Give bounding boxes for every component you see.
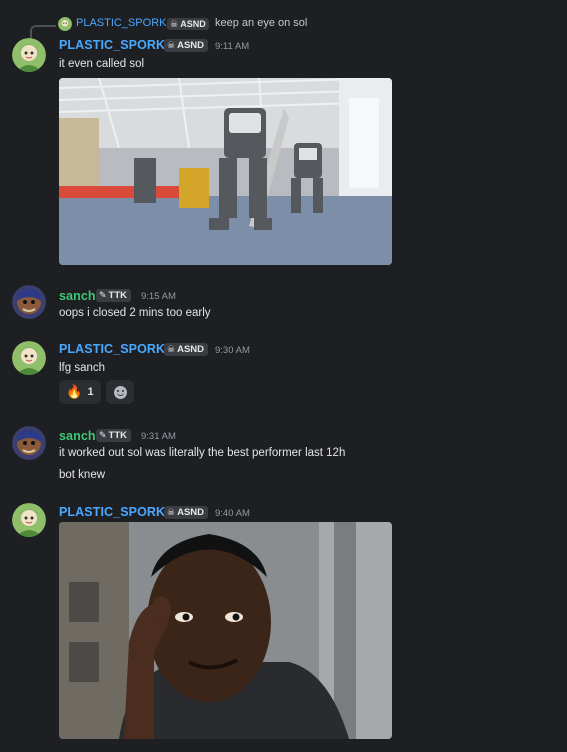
reply-tag-badge: ☠ ASND [167, 18, 209, 30]
message-text: bot knew [59, 469, 106, 481]
avatar[interactable] [12, 341, 46, 375]
role-tag-label: TTK [108, 430, 128, 441]
message-text: it worked out sol was literally the best… [59, 447, 346, 459]
message-author[interactable]: PLASTIC_SPORK [59, 38, 165, 52]
message-author[interactable]: PLASTIC_SPORK [59, 342, 165, 356]
avatar[interactable] [12, 426, 46, 460]
role-tag-label: TTK [108, 290, 128, 301]
message-author[interactable]: PLASTIC_SPORK [59, 505, 165, 519]
role-tag-label: ASND [177, 344, 204, 355]
role-tag-badge: ☠ ASND [164, 343, 208, 356]
skull-icon: ☠ [170, 19, 179, 29]
reply-preview-text[interactable]: keep an eye on sol [215, 17, 307, 29]
reply-avatar[interactable] [58, 17, 72, 31]
role-tag-badge: ✎ TTK [96, 429, 132, 442]
reply-tag-label: ASND [180, 19, 206, 29]
reply-author[interactable]: PLASTIC_SPORK [76, 17, 166, 29]
message-text: it even called sol [59, 58, 145, 70]
reply-connector [30, 25, 56, 39]
timestamp: 9:30 AM [215, 345, 250, 356]
message-text: oops i closed 2 mins too early [59, 307, 211, 319]
avatar[interactable] [12, 503, 46, 537]
skull-icon: ☠ [167, 507, 176, 517]
message-text: lfg sanch [59, 362, 106, 374]
avatar[interactable] [12, 285, 46, 319]
add-reaction-icon [113, 385, 127, 399]
skull-icon: ☠ [167, 40, 176, 50]
role-tag-label: ASND [177, 507, 204, 518]
skull-icon: ☠ [167, 344, 176, 354]
message-author[interactable]: sanch [59, 289, 96, 303]
add-reaction-button[interactable] [106, 380, 134, 404]
roll-safe-meme-image[interactable] [59, 522, 392, 739]
role-tag-badge: ☠ ASND [164, 506, 208, 519]
message-author[interactable]: sanch [59, 429, 96, 443]
fire-icon: 🔥 [66, 384, 83, 399]
timestamp: 9:15 AM [141, 291, 176, 302]
timestamp: 9:40 AM [215, 508, 250, 519]
robots-dancing-image[interactable] [59, 78, 392, 265]
syringe-icon: ✎ [99, 290, 107, 300]
role-tag-badge: ✎ TTK [96, 289, 132, 302]
avatar[interactable] [12, 38, 46, 72]
timestamp: 9:11 AM [215, 41, 250, 52]
role-tag-label: ASND [177, 40, 204, 51]
chat-message-list: PLASTIC_SPORK ☠ ASND keep an eye on sol … [0, 0, 567, 752]
reaction-count: 1 [87, 386, 94, 398]
reaction-fire[interactable]: 🔥 1 [59, 380, 101, 404]
syringe-icon: ✎ [99, 430, 107, 440]
timestamp: 9:31 AM [141, 431, 176, 442]
role-tag-badge: ☠ ASND [164, 39, 208, 52]
